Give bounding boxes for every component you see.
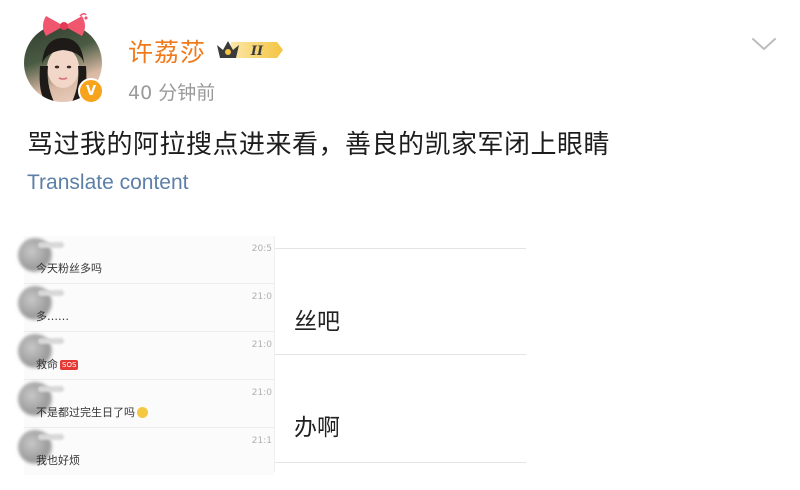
post-time: 40 分钟前 bbox=[128, 82, 216, 104]
post-text: 骂过我的阿拉搜点进来看，善良的凯家军闭上眼睛 bbox=[27, 130, 611, 160]
divider bbox=[272, 354, 526, 355]
chat-message: 多…… bbox=[36, 310, 69, 323]
chat-row: 21:1 我也好烦 bbox=[18, 428, 274, 475]
verified-icon: V bbox=[78, 78, 104, 104]
translate-link[interactable]: Translate content bbox=[27, 171, 188, 195]
chat-message-text: 不是都过完生日了吗 bbox=[36, 406, 135, 419]
crown-vip-icon[interactable]: II bbox=[215, 37, 285, 63]
blurred-name bbox=[38, 434, 64, 440]
background-screenshot: 丝吧 办啊 bbox=[272, 236, 526, 472]
vip-level: II bbox=[250, 44, 264, 59]
chevron-down-icon[interactable] bbox=[750, 33, 778, 53]
chat-time: 21:0 bbox=[251, 388, 272, 398]
partial-text: 丝吧 bbox=[294, 309, 340, 335]
chat-message-text: 救命 bbox=[36, 358, 58, 371]
blurred-name bbox=[38, 242, 64, 248]
chat-message: 救命 SOS bbox=[36, 356, 79, 372]
chat-row: 20:5 今天粉丝多吗 bbox=[18, 236, 274, 284]
chat-message: 不是都过完生日了吗 bbox=[36, 404, 148, 420]
blurred-name bbox=[38, 290, 64, 296]
chat-time: 21:0 bbox=[251, 340, 272, 350]
chat-message: 我也好烦 bbox=[36, 454, 80, 467]
blurred-name bbox=[38, 386, 64, 392]
chat-list: 20:5 今天粉丝多吗 21:0 多…… 21:0 救命 SOS 21:0 不是… bbox=[18, 236, 274, 475]
crying-emoji-icon bbox=[137, 407, 148, 418]
sos-icon: SOS bbox=[60, 360, 79, 370]
chat-row: 21:0 救命 SOS bbox=[18, 332, 274, 380]
chat-row: 21:0 多…… bbox=[18, 284, 274, 332]
divider bbox=[272, 462, 526, 463]
weibo-post: V 许荔莎 II 40 分钟前 骂过我的阿拉搜点进来看，善良的凯家军闭上眼睛 T… bbox=[0, 0, 800, 490]
chat-time: 21:1 bbox=[251, 436, 272, 446]
bow-icon bbox=[43, 12, 88, 36]
chat-time: 21:0 bbox=[251, 292, 272, 302]
chat-row: 21:0 不是都过完生日了吗 bbox=[18, 380, 274, 428]
avatar[interactable]: V bbox=[24, 12, 104, 104]
divider bbox=[272, 248, 526, 249]
partial-text: 办啊 bbox=[294, 415, 340, 441]
post-image[interactable]: 丝吧 办啊 20:5 今天粉丝多吗 21:0 多…… 21:0 救命 SOS 2… bbox=[18, 236, 526, 475]
chat-message: 今天粉丝多吗 bbox=[36, 262, 102, 275]
blurred-name bbox=[38, 338, 64, 344]
username[interactable]: 许荔莎 bbox=[128, 33, 206, 69]
chat-time: 20:5 bbox=[251, 244, 272, 254]
